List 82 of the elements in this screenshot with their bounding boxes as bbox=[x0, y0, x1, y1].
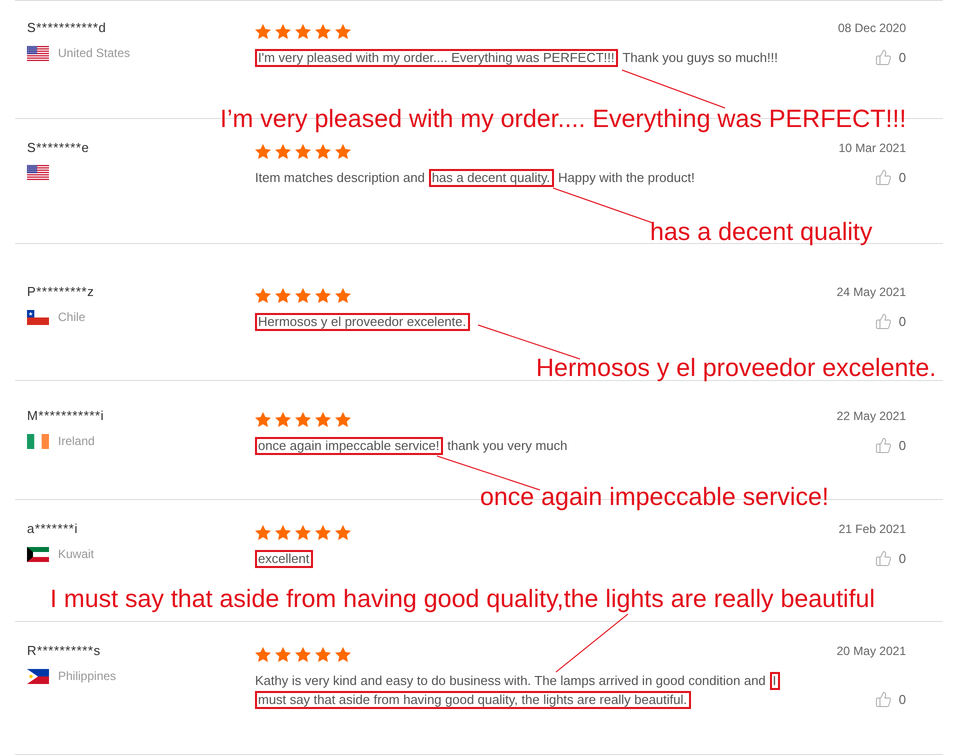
reviewer-name: P*********z bbox=[27, 284, 96, 300]
highlighted-text: I'm very pleased with my order.... Everything was PERFECT!!! bbox=[255, 49, 618, 67]
star-icon bbox=[275, 525, 291, 540]
highlighted-text: must say that aside from having good quality, the lights are really beautiful. bbox=[255, 691, 691, 709]
star-icon bbox=[255, 412, 271, 427]
star-icon bbox=[335, 412, 351, 427]
star-icon bbox=[255, 647, 271, 662]
reviewer-name: R**********s bbox=[27, 643, 102, 659]
star-icon bbox=[335, 288, 351, 303]
us-flag-icon bbox=[27, 165, 49, 180]
star-icon bbox=[315, 144, 331, 159]
star-icon bbox=[315, 412, 331, 427]
ireland-flag-icon bbox=[27, 434, 49, 448]
star-icon bbox=[335, 647, 351, 662]
star-icon bbox=[315, 24, 331, 39]
star-icon bbox=[255, 144, 271, 159]
star-icon bbox=[315, 288, 331, 303]
star-icon bbox=[295, 525, 311, 540]
annotation-caption: Hermosos y el proveedor excelente. bbox=[536, 356, 936, 381]
star-icon bbox=[315, 647, 331, 662]
star-icon bbox=[295, 24, 311, 39]
thumbs-up-icon bbox=[874, 49, 892, 66]
highlighted-text: Hermosos y el proveedor excelente. bbox=[255, 313, 470, 331]
review-date: 22 May 2021 bbox=[836, 408, 906, 424]
country-name: Kuwait bbox=[58, 546, 94, 562]
country-name: Philippines bbox=[58, 668, 116, 684]
review-text: thank you very much bbox=[447, 437, 568, 455]
reviewer-name: S***********d bbox=[27, 20, 108, 36]
thumbs-up-icon bbox=[874, 437, 892, 454]
kuwait-flag-icon bbox=[27, 546, 49, 562]
review-date: 08 Dec 2020 bbox=[838, 20, 906, 36]
star-icon bbox=[275, 412, 291, 427]
star-icon bbox=[295, 412, 311, 427]
highlighted-text: excellent bbox=[255, 550, 314, 568]
star-icon bbox=[295, 647, 311, 662]
star-icon bbox=[275, 647, 291, 662]
review-text: Kathy is very kind and easy to do business with. The lamps arrived in good condition and bbox=[255, 672, 766, 690]
star-icon bbox=[335, 144, 351, 159]
star-icon bbox=[255, 288, 271, 303]
highlighted-text: I bbox=[770, 672, 780, 690]
reviewer-name: a*******i bbox=[27, 521, 79, 537]
like-button[interactable]: 0 bbox=[874, 550, 906, 567]
us-flag-icon bbox=[27, 46, 49, 60]
review-text: Thank you guys so much!!! bbox=[622, 49, 778, 67]
thumbs-up-icon bbox=[874, 313, 892, 330]
like-button[interactable]: 0 bbox=[874, 169, 906, 186]
star-icon bbox=[295, 144, 311, 159]
highlighted-text: once again impeccable service! bbox=[255, 437, 444, 455]
star-icon bbox=[315, 525, 331, 540]
star-icon bbox=[275, 144, 291, 159]
like-button[interactable]: 0 bbox=[874, 691, 906, 708]
review-date: 21 Feb 2021 bbox=[838, 521, 906, 537]
review-date: 24 May 2021 bbox=[836, 284, 906, 300]
review-text: Item matches description and bbox=[255, 169, 425, 187]
star-icon bbox=[255, 525, 271, 540]
star-icon bbox=[295, 288, 311, 303]
highlighted-text: has a decent quality. bbox=[428, 169, 554, 187]
star-icon bbox=[275, 288, 291, 303]
annotation-caption: I’m very pleased with my order.... Everything was PERFECT!!! bbox=[220, 107, 906, 132]
like-button[interactable]: 0 bbox=[874, 437, 906, 454]
star-icon bbox=[275, 24, 291, 39]
star-icon bbox=[335, 525, 351, 540]
thumbs-up-icon bbox=[874, 691, 892, 708]
star-icon bbox=[335, 24, 351, 39]
annotation-caption: has a decent quality bbox=[650, 220, 872, 245]
like-button[interactable]: 0 bbox=[874, 49, 906, 66]
like-button[interactable]: 0 bbox=[874, 313, 906, 330]
thumbs-up-icon bbox=[874, 169, 892, 186]
country-name: Ireland bbox=[58, 433, 95, 449]
chile-flag-icon bbox=[27, 310, 49, 324]
annotation-caption: once again impeccable service! bbox=[480, 485, 829, 510]
review-date: 20 May 2021 bbox=[836, 643, 906, 659]
thumbs-up-icon bbox=[874, 550, 892, 567]
reviewer-name: S********e bbox=[27, 140, 90, 156]
annotation-caption: I must say that aside from having good quality,the lights are really beautiful bbox=[50, 587, 875, 612]
country-name: United States bbox=[58, 45, 130, 61]
review-text: Happy with the product! bbox=[558, 169, 695, 187]
country-name: Chile bbox=[58, 309, 86, 325]
star-icon bbox=[255, 24, 271, 39]
reviewer-name: M***********i bbox=[27, 408, 106, 424]
review-date: 10 Mar 2021 bbox=[838, 140, 906, 156]
philippines-flag-icon bbox=[27, 668, 49, 684]
